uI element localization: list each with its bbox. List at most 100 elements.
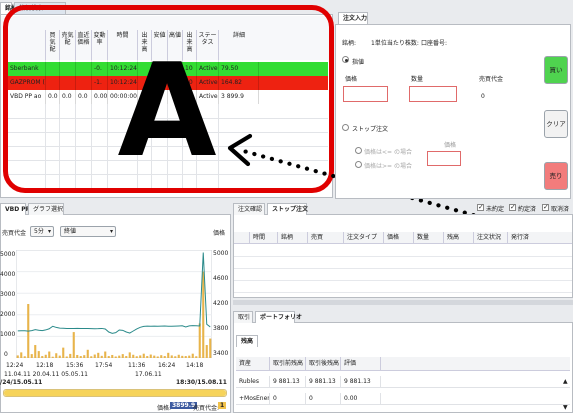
- column-header[interactable]: 売買: [308, 232, 344, 243]
- volume-bar: [188, 355, 191, 358]
- limit-order-radio[interactable]: [342, 56, 349, 63]
- chevron-down-icon: ▾: [109, 228, 113, 235]
- left-axis-tick: 4000: [0, 271, 16, 278]
- volume-bar: [156, 356, 159, 358]
- panel-splitter[interactable]: [233, 300, 573, 305]
- date-axis-left: 11.04.11 20.04.11 05.05.11: [4, 371, 88, 378]
- column-header[interactable]: 数量: [414, 232, 444, 243]
- column-header[interactable]: 注文状況: [474, 232, 508, 243]
- volume-bar: [69, 353, 72, 358]
- x-axis-tick: 12:24: [6, 362, 24, 369]
- portfolio-row[interactable]: Rubles 9 881.13 9 881.13 9 881.13: [236, 376, 570, 388]
- tab-stop-orders[interactable]: ストップ注文: [267, 203, 308, 215]
- volume-bar: [153, 355, 156, 358]
- volume-bar: [160, 355, 163, 358]
- quantity-label: 数量: [411, 76, 424, 83]
- app-window: 銘柄 銘柄検索 買気配 売気配 直近価格 変動率 時間 出来高 安値 高値 出来…: [0, 0, 573, 413]
- volume-bar: [23, 356, 26, 358]
- x-axis-tick: 12:18: [36, 362, 54, 369]
- volume-selector-label: 売買代金: [2, 230, 27, 237]
- limit-order-label: 指値: [352, 59, 365, 66]
- volume-bar: [167, 352, 170, 358]
- left-axis-tick: 3000: [0, 291, 16, 298]
- column-header[interactable]: 銘柄: [278, 232, 308, 243]
- column-header[interactable]: 評価: [341, 357, 381, 370]
- price-input[interactable]: [343, 86, 388, 102]
- column-header[interactable]: 取引前残高: [270, 357, 306, 370]
- volume-bar: [55, 353, 58, 358]
- tab-chart-select[interactable]: グラフ選択: [28, 203, 64, 215]
- x-axis-tick: 15:36: [66, 362, 84, 369]
- annotation-letter: A: [117, 37, 217, 186]
- stop-price-input[interactable]: [427, 151, 461, 166]
- orders-empty-area: [234, 245, 572, 297]
- footer-price-label: 価格:: [157, 405, 172, 412]
- price-chart[interactable]: [16, 250, 212, 358]
- buy-button[interactable]: 買い: [544, 56, 568, 84]
- tab-trades[interactable]: 取引: [233, 311, 253, 323]
- cancelled-checkbox[interactable]: [542, 203, 549, 211]
- column-header[interactable]: 注文タイプ: [344, 232, 384, 243]
- portfolio-row[interactable]: +MosEnerg o 0 0 0.00: [236, 393, 570, 405]
- account-label: 口座番号:: [421, 40, 448, 47]
- column-header[interactable]: 残高: [444, 232, 474, 243]
- x-axis-tick: 14:18: [186, 362, 204, 369]
- range-scroll-thumb[interactable]: [4, 390, 226, 396]
- column-header[interactable]: 価格: [384, 232, 414, 243]
- x-axis-tick: 17:54: [95, 362, 113, 369]
- interval-select[interactable]: 5分 ▾: [30, 226, 54, 237]
- stop-order-radio[interactable]: [342, 124, 349, 131]
- volume-bar: [170, 355, 173, 358]
- column-header[interactable]: 資産: [236, 357, 270, 370]
- after-balance-cell: 0: [306, 393, 341, 404]
- cancelled-label: 取消済: [551, 206, 570, 213]
- right-axis-tick: 3400: [213, 350, 229, 357]
- volume-bar: [41, 356, 44, 358]
- left-axis-tick: 1000: [0, 331, 16, 338]
- volume-bar: [97, 352, 100, 358]
- clear-button[interactable]: クリア: [544, 110, 568, 138]
- interval-value: 5分: [34, 228, 44, 235]
- column-header[interactable]: 取引後残高: [306, 357, 341, 370]
- x-axis-tick: 11:36: [128, 362, 146, 369]
- condition-le-radio[interactable]: [355, 147, 362, 154]
- volume-bar: [174, 356, 177, 358]
- volume-bar: [121, 354, 124, 358]
- volume-bar: [128, 352, 131, 358]
- right-axis-tick: 4200: [213, 300, 229, 307]
- tab-balance[interactable]: 残高: [236, 335, 258, 347]
- asset-cell: +MosEnerg o: [236, 393, 270, 404]
- condition-ge-radio[interactable]: [355, 161, 362, 168]
- tab-portfolio[interactable]: ポートフォリオ: [255, 311, 302, 323]
- volume-bar: [202, 271, 205, 358]
- tab-order-entry[interactable]: 注文入力: [338, 12, 368, 24]
- tab-chart-symbol[interactable]: VBD PP ao: [0, 203, 40, 215]
- column-header: [381, 357, 570, 370]
- left-axis-tick: 2000: [0, 311, 16, 318]
- scroll-up-icon[interactable]: ▲: [563, 378, 568, 385]
- unfilled-label: 未約定: [486, 206, 505, 213]
- sell-button[interactable]: 売り: [544, 162, 568, 190]
- volume-bar: [34, 345, 37, 358]
- column-header[interactable]: 発行済: [508, 232, 572, 243]
- volume-bar: [93, 354, 96, 358]
- volume-bar: [76, 354, 79, 358]
- column-header[interactable]: 時間: [250, 232, 278, 243]
- tab-order-status[interactable]: 注文確認: [233, 203, 265, 215]
- unfilled-checkbox[interactable]: [477, 203, 484, 211]
- total-label: 売買代金: [479, 76, 504, 83]
- price-label: 価格: [345, 76, 358, 83]
- total-value: 0: [481, 93, 485, 100]
- column-header: [234, 232, 250, 243]
- scroll-down-icon[interactable]: ▼: [563, 404, 568, 411]
- quantity-input[interactable]: [409, 86, 457, 102]
- filled-checkbox[interactable]: [509, 203, 516, 211]
- condition-ge-label: 価格は>= の場合: [364, 163, 412, 170]
- footer-volume-value: 1: [218, 402, 227, 409]
- volume-bar: [104, 351, 107, 358]
- volume-bar: [86, 349, 89, 358]
- price-type-select[interactable]: 終値 ▾: [60, 226, 116, 237]
- right-axis-tick: 4600: [213, 275, 229, 282]
- after-balance-cell: 9 881.13: [306, 376, 341, 387]
- volume-bar: [118, 355, 121, 358]
